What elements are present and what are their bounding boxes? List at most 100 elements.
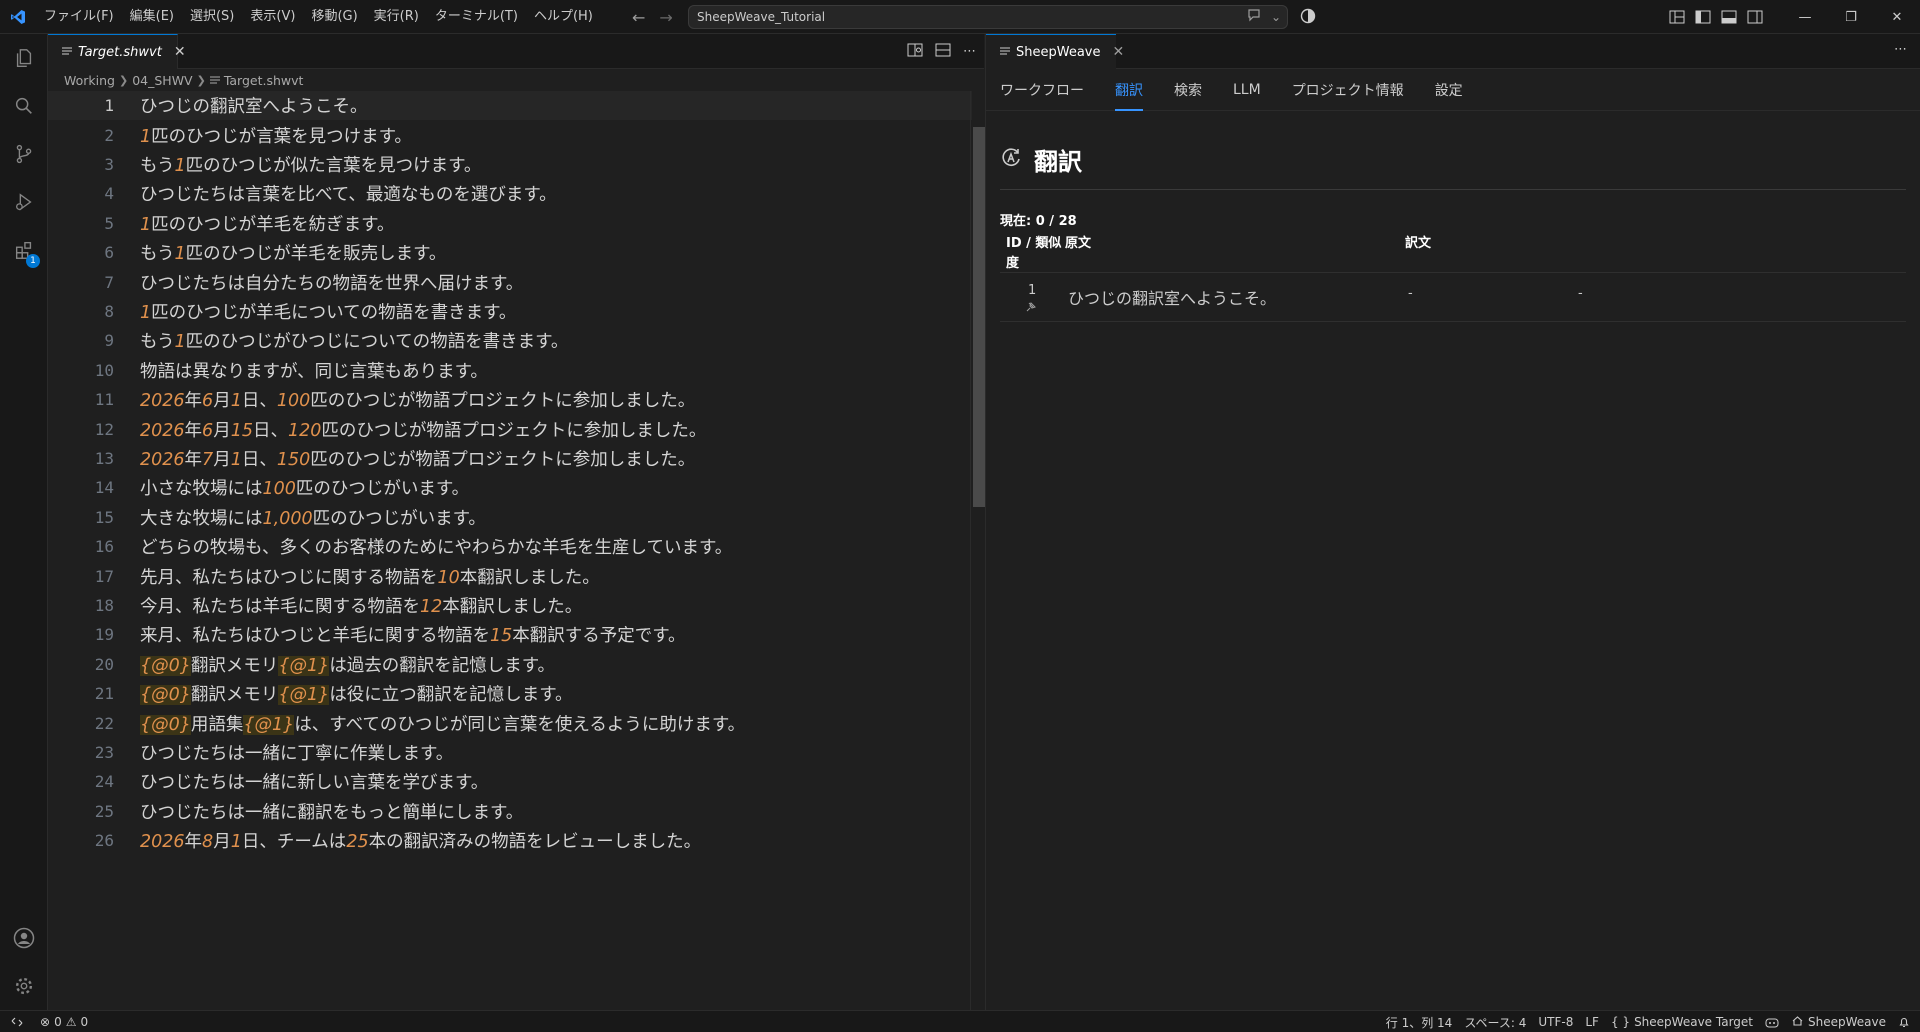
split-editor-icon[interactable] (935, 43, 951, 61)
indentation[interactable]: スペース: 4 (1458, 1011, 1532, 1032)
minimize-icon[interactable]: — (1782, 0, 1828, 34)
code-line[interactable]: 14 小さな牧場には100匹のひつじがいます。 (48, 473, 972, 502)
segment-target[interactable]: - (1408, 286, 1413, 301)
code-line[interactable]: 21 {@0}翻訳メモリ{@1}は役に立つ翻訳を記憶します。 (48, 679, 972, 708)
close-tab-icon[interactable]: ✕ (174, 44, 186, 60)
sheepweave-status[interactable]: SheepWeave (1785, 1011, 1892, 1032)
menu-item[interactable]: 実行(R) (366, 0, 427, 34)
copilot-status-icon[interactable] (1759, 1011, 1785, 1032)
code-line[interactable]: 25 ひつじたちは一緒に翻訳をもっと簡単にします。 (48, 797, 972, 826)
translate-icon (1000, 147, 1022, 173)
run-debug-icon[interactable] (0, 178, 48, 226)
copilot-icon[interactable] (1300, 8, 1318, 26)
language-mode[interactable]: { } SheepWeave Target (1605, 1011, 1759, 1032)
close-tab-icon[interactable]: ✕ (1113, 44, 1125, 60)
code-editor[interactable]: 1 ひつじの翻訳室へようこそ。 2 1匹のひつじが言葉を見つけます。 3 もう1匹のひつじ… (48, 91, 984, 1010)
menu-item[interactable]: 表示(V) (242, 0, 303, 34)
code-line[interactable]: 2 1匹のひつじが言葉を見つけます。 (48, 120, 972, 149)
code-line[interactable]: 5 1匹のひつじが羊毛を紡ぎます。 (48, 209, 972, 238)
problems-indicator[interactable]: ⊗ 0 ⚠ 0 (34, 1011, 94, 1032)
breadcrumb-item[interactable]: Working (64, 73, 115, 88)
tab-sheepweave[interactable]: SheepWeave ✕ (986, 34, 1124, 69)
code-line[interactable]: 22 {@0}用語集{@1}は、すべてのひつじが同じ言葉を使えるように助けます。 (48, 708, 972, 737)
breadcrumb-item[interactable]: 04_SHWV (132, 73, 192, 88)
chat-icon[interactable] (1247, 8, 1261, 25)
section-title: 翻訳 (1000, 142, 1082, 177)
menu-item[interactable]: ターミナル(T) (427, 0, 526, 34)
code-line[interactable]: 7 ひつじたちは自分たちの物語を世界へ届けます。 (48, 267, 972, 296)
accounts-icon[interactable] (0, 914, 48, 962)
back-arrow-icon[interactable]: ← (632, 8, 645, 27)
text-token: 今月、私たちは羊毛に関する物語を (140, 596, 420, 617)
toggle-primary-sidebar-icon[interactable] (1690, 0, 1716, 34)
code-line[interactable]: 12 2026年6月15日、120匹のひつじが物語プロジェクトに参加しました。 (48, 414, 972, 443)
code-line[interactable]: 20 {@0}翻訳メモリ{@1}は過去の翻訳を記憶します。 (48, 650, 972, 679)
code-line[interactable]: 16 どちらの牧場も、多くのお客様のためにやわらかな羊毛を生産しています。 (48, 532, 972, 561)
chevron-down-icon[interactable]: ⌄ (1271, 10, 1281, 24)
search-icon[interactable] (0, 82, 48, 130)
nav-tab[interactable]: 設定 (1435, 69, 1463, 111)
remote-icon[interactable] (0, 1011, 34, 1032)
nav-tab[interactable]: 翻訳 (1115, 69, 1143, 111)
menu-item[interactable]: 編集(E) (122, 0, 182, 34)
more-actions-icon[interactable]: ⋯ (963, 44, 976, 59)
extensions-icon[interactable]: 1 (0, 226, 48, 274)
explorer-icon[interactable] (0, 34, 48, 82)
nav-tab[interactable]: LLM (1233, 69, 1261, 111)
code-line[interactable]: 1 ひつじの翻訳室へようこそ。 (48, 91, 972, 121)
code-line[interactable]: 11 2026年6月1日、100匹のひつじが物語プロジェクトに参加しました。 (48, 385, 972, 414)
restore-icon[interactable]: ❐ (1828, 0, 1874, 34)
menu-item[interactable]: ヘルプ(H) (526, 0, 601, 34)
breadcrumb: Working ❯ 04_SHWV ❯ Target.shwvt (64, 69, 303, 91)
code-line[interactable]: 9 もう1匹のひつじがひつじについての物語を書きます。 (48, 326, 972, 355)
code-line[interactable]: 23 ひつじたちは一緒に丁寧に作業します。 (48, 738, 972, 767)
line-number: 9 (104, 331, 114, 351)
code-line[interactable]: 15 大きな牧場には1,000匹のひつじがいます。 (48, 503, 972, 532)
tab-target-shwvt[interactable]: Target.shwvt ✕ (48, 34, 186, 69)
pin-icon[interactable] (1026, 301, 1036, 316)
status-bar-left: ⊗ 0 ⚠ 0 (0, 1011, 94, 1032)
code-line[interactable]: 3 もう1匹のひつじが似た言葉を見つけます。 (48, 150, 972, 179)
menu-item[interactable]: ファイル(F) (36, 0, 122, 34)
code-line[interactable]: 13 2026年7月1日、150匹のひつじが物語プロジェクトに参加しました。 (48, 444, 972, 473)
open-preview-icon[interactable] (907, 43, 923, 61)
code-line[interactable]: 19 来月、私たちはひつじと羊毛に関する物語を15本翻訳する予定です。 (48, 620, 972, 649)
encoding[interactable]: UTF-8 (1532, 1011, 1579, 1032)
line-text: {@0}翻訳メモリ{@1}は役に立つ翻訳を記憶します。 (140, 681, 573, 706)
forward-arrow-icon[interactable]: → (659, 8, 672, 27)
navigation-arrows: ← → (632, 0, 673, 34)
code-line[interactable]: 17 先月、私たちはひつじに関する物語を10本翻訳しました。 (48, 561, 972, 590)
table-row[interactable]: 1 ひつじの翻訳室へようこそ。 - - (1000, 272, 1906, 322)
command-center-search[interactable]: SheepWeave_Tutorial ⌄ (688, 5, 1288, 29)
toggle-panel-icon[interactable] (1716, 0, 1742, 34)
more-actions-icon[interactable]: ⋯ (1894, 42, 1907, 57)
code-line[interactable]: 18 今月、私たちは羊毛に関する物語を12本翻訳しました。 (48, 591, 972, 620)
code-line[interactable]: 4 ひつじたちは言葉を比べて、最適なものを選びます。 (48, 179, 972, 208)
breadcrumb-item[interactable]: Target.shwvt (224, 73, 304, 88)
text-token: 匹のひつじが物語プロジェクトに参加しました。 (310, 449, 696, 470)
nav-tab[interactable]: 検索 (1174, 69, 1202, 111)
code-line[interactable]: 10 物語は異なりますが、同じ言葉もあります。 (48, 356, 972, 385)
menu-item[interactable]: 移動(G) (303, 0, 365, 34)
line-number: 15 (94, 507, 114, 527)
number-token: 1 (140, 302, 152, 323)
code-line[interactable]: 26 2026年8月1日、チームは25本の翻訳済みの物語をレビューしました。 (48, 826, 972, 855)
code-line[interactable]: 6 もう1匹のひつじが羊毛を販売します。 (48, 238, 972, 267)
source-control-icon[interactable] (0, 130, 48, 178)
nav-tab[interactable]: プロジェクト情報 (1292, 69, 1404, 111)
cursor-position[interactable]: 行 1、列 14 (1380, 1011, 1459, 1032)
menu-item[interactable]: 選択(S) (182, 0, 242, 34)
line-text: {@0}用語集{@1}は、すべてのひつじが同じ言葉を使えるように助けます。 (140, 711, 745, 736)
settings-gear-icon[interactable] (0, 962, 48, 1010)
nav-tab[interactable]: ワークフロー (1000, 69, 1084, 111)
notifications-bell-icon[interactable] (1892, 1011, 1916, 1032)
end-of-line[interactable]: LF (1579, 1011, 1605, 1032)
code-line[interactable]: 8 1匹のひつじが羊毛についての物語を書きます。 (48, 297, 972, 326)
file-lines-icon (1000, 45, 1010, 60)
toggle-secondary-sidebar-icon[interactable] (1742, 0, 1768, 34)
code-line[interactable]: 24 ひつじたちは一緒に新しい言葉を学びます。 (48, 767, 972, 796)
customize-layout-icon[interactable] (1664, 0, 1690, 34)
editor-scrollbar[interactable] (970, 91, 985, 1010)
close-window-icon[interactable]: ✕ (1874, 0, 1920, 34)
scrollbar-thumb[interactable] (973, 127, 985, 507)
